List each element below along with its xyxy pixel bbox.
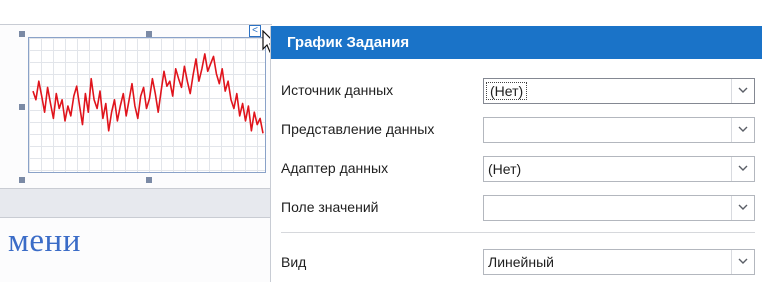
view-type-combo[interactable]: Линейный: [483, 249, 755, 275]
value-field-combo[interactable]: [483, 195, 755, 221]
report-designer-canvas: < мени: [0, 0, 272, 282]
selection-handle[interactable]: [19, 104, 25, 110]
selection-handle[interactable]: [19, 31, 25, 37]
data-view-combo[interactable]: [483, 117, 755, 143]
data-source-combo[interactable]: (Нет): [483, 78, 755, 104]
data-view-label: Представление данных: [281, 121, 435, 137]
selection-handle[interactable]: [146, 177, 152, 183]
chevron-down-icon[interactable]: [731, 118, 754, 142]
view-type-label: Вид: [281, 254, 307, 270]
data-adapter-combo[interactable]: (Нет): [483, 156, 755, 182]
data-source-label: Источник данных: [281, 82, 394, 98]
view-type-value: Линейный: [488, 254, 554, 270]
chevron-down-icon[interactable]: [731, 196, 754, 220]
chevron-down-icon[interactable]: [731, 250, 754, 274]
report-text-fragment: мени: [8, 223, 81, 259]
value-field-label: Поле значений: [281, 199, 379, 215]
smart-tag-icon[interactable]: <: [249, 25, 261, 37]
chart-plot-area: [32, 53, 264, 134]
selection-handle[interactable]: [19, 177, 25, 183]
chevron-down-icon[interactable]: [731, 79, 754, 103]
series-line: [32, 53, 264, 134]
panel-title: График Задания: [271, 26, 762, 59]
data-adapter-value: (Нет): [488, 161, 522, 177]
data-adapter-label: Адаптер данных: [281, 160, 389, 176]
report-band-separator: [0, 188, 272, 218]
panel-divider: [281, 232, 755, 233]
sparkline-chart[interactable]: [28, 37, 266, 173]
data-source-value: (Нет): [486, 82, 528, 100]
chevron-down-icon[interactable]: [731, 157, 754, 181]
chart-tasks-panel: График Задания Источник данных (Нет) Пре…: [270, 26, 762, 282]
report-band-header: [0, 0, 272, 25]
